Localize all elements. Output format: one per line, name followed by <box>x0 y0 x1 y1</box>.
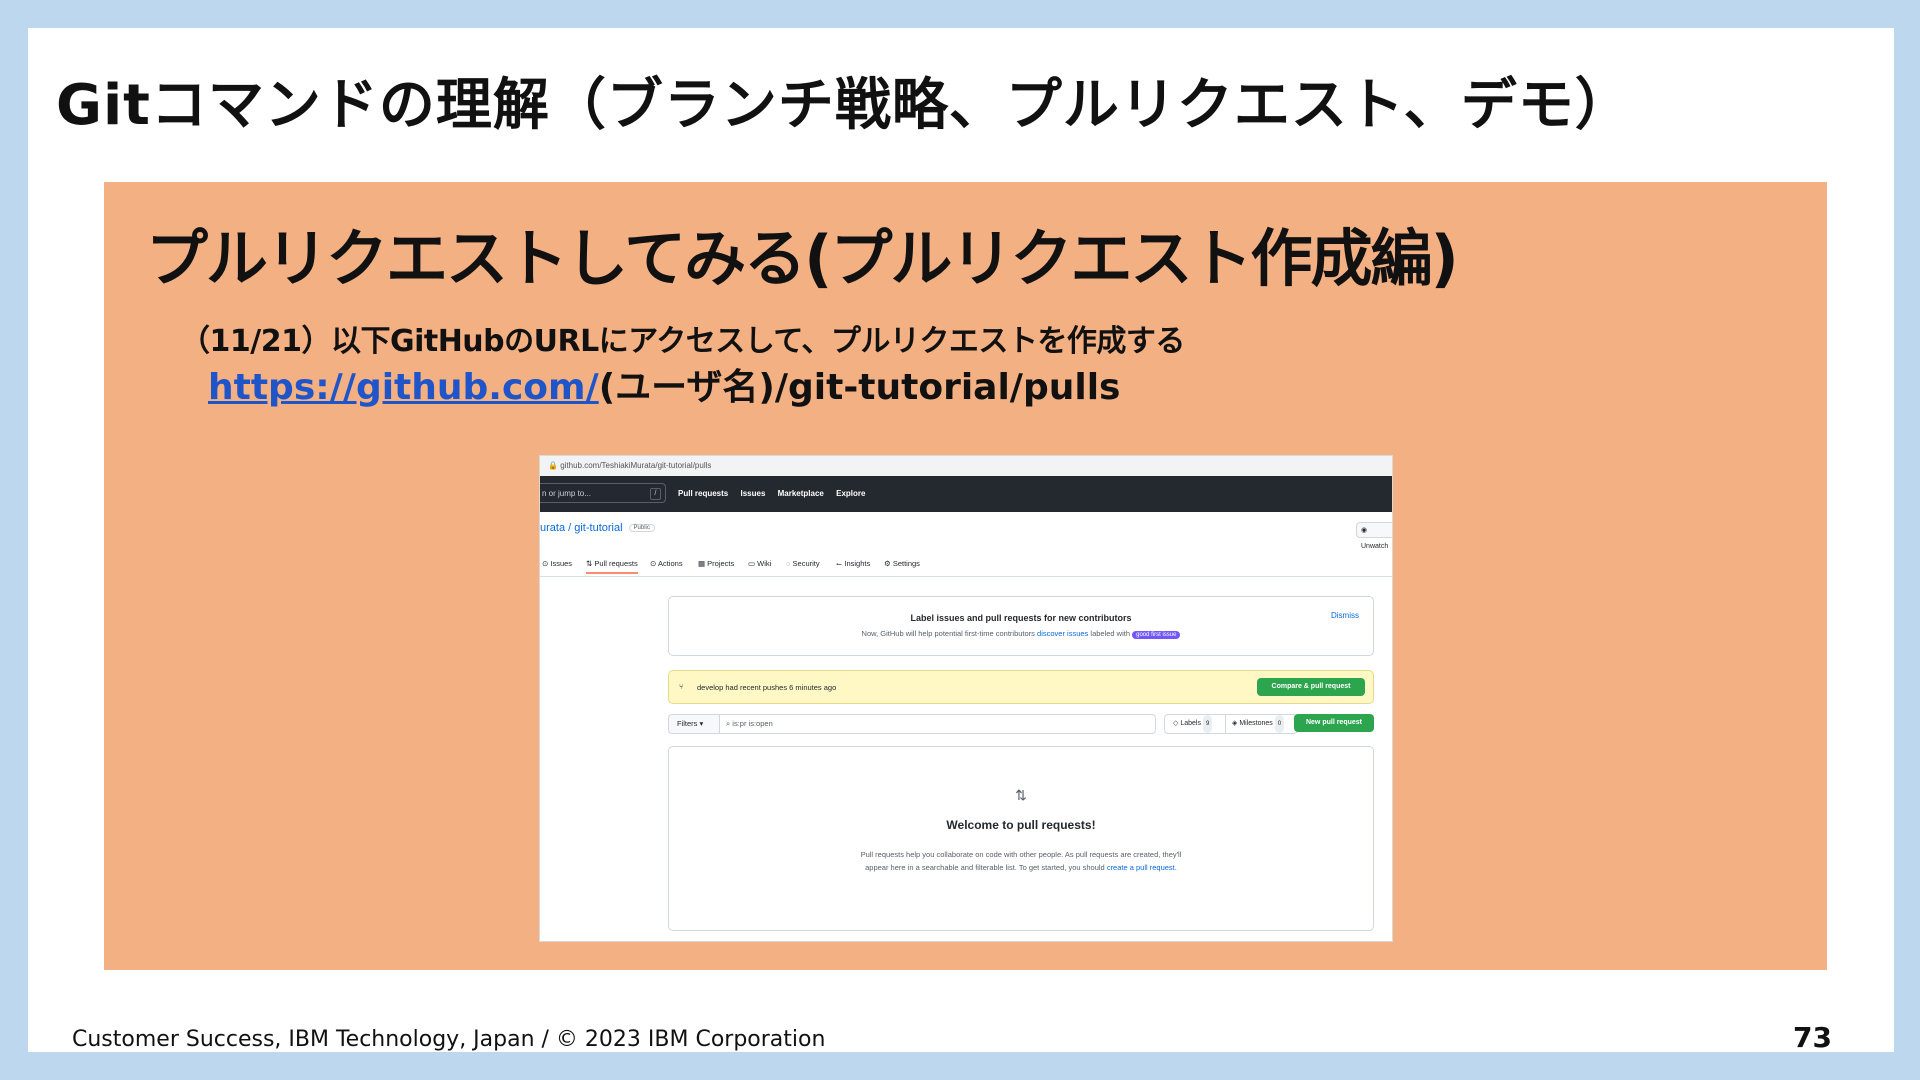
labels-label: Labels <box>1180 720 1201 727</box>
nav-marketplace[interactable]: Marketplace <box>778 489 824 498</box>
filters-label: Filters <box>677 719 698 728</box>
empty-state: ⇅ Welcome to pull requests! Pull request… <box>668 746 1374 931</box>
labels-count: 9 <box>1202 715 1213 733</box>
header-links: Pull requests Issues Marketplace Explore <box>678 476 875 512</box>
tab-settings-label: Settings <box>892 559 920 568</box>
tab-actions[interactable]: ⊙ Actions <box>650 559 683 568</box>
book-icon: ▭ <box>748 559 758 568</box>
tab-wiki[interactable]: ▭ Wiki <box>748 559 771 568</box>
recent-push-banner: ⑂ develop had recent pushes 6 minutes ag… <box>668 670 1374 704</box>
nav-explore[interactable]: Explore <box>836 489 865 498</box>
tab-projects-label: Projects <box>707 559 735 568</box>
notice-text: Now, GitHub will help potential first-ti… <box>669 629 1373 639</box>
play-icon: ⊙ <box>650 559 658 568</box>
empty-description: Pull requests help you collaborate on co… <box>669 848 1373 874</box>
milestones-count: 0 <box>1274 715 1285 733</box>
filter-query: is:pr is:open <box>732 719 773 728</box>
footer-copyright: Customer Success, IBM Technology, Japan … <box>72 1027 826 1052</box>
tab-insights-label: Insights <box>844 559 871 568</box>
page-number: 73 <box>1793 1021 1832 1054</box>
create-pull-request-link[interactable]: create a pull request <box>1107 863 1175 872</box>
dismiss-button[interactable]: Dismiss <box>1331 611 1359 620</box>
milestones-button[interactable]: ◈ Milestones 0 <box>1226 714 1298 734</box>
good-first-issue-label: good first issue <box>1132 631 1181 639</box>
tab-insights[interactable]: ⌙ Insights <box>836 559 870 568</box>
new-pull-request-button[interactable]: New pull request <box>1294 714 1374 732</box>
unwatch-button[interactable]: ◉ Unwatch <box>1356 522 1392 550</box>
panel-heading: プルリクエストしてみる(プルリクエスト作成編) <box>146 222 1459 295</box>
table-icon: ▦ <box>698 559 708 568</box>
nav-pull-requests[interactable]: Pull requests <box>678 489 728 498</box>
step-instruction: （11/21）以下GitHubのURLにアクセスして、プルリクエストを作成する <box>180 324 1185 359</box>
tab-actions-label: Actions <box>657 559 683 568</box>
repo-tabs: ⊙ Issues ⇅ Pull requests ⊙ Actions ▦ Pro… <box>540 556 1392 577</box>
nav-issues[interactable]: Issues <box>740 489 765 498</box>
url-path: (ユーザ名)/git-tutorial/pulls <box>598 367 1121 408</box>
tab-security-label: Security <box>792 559 820 568</box>
slide: Gitコマンドの理解（ブランチ戦略、プルリクエスト、デモ） プルリクエストしてみ… <box>28 28 1894 1054</box>
tab-projects[interactable]: ▦ Projects <box>698 559 734 568</box>
discover-issues-link[interactable]: discover issues <box>1037 629 1088 638</box>
unwatch-label: Unwatch <box>1361 543 1389 550</box>
gear-icon: ⚙ <box>884 559 893 568</box>
contributors-notice: Label issues and pull requests for new c… <box>668 596 1374 656</box>
filter-input[interactable]: ⌕ is:pr is:open <box>720 714 1156 734</box>
recent-push-text: develop had recent pushes 6 minutes ago <box>697 683 837 692</box>
tab-issues-label: Issues <box>550 559 573 568</box>
milestones-label: Milestones <box>1239 720 1273 727</box>
chevron-down-icon: ▾ <box>697 719 704 728</box>
url-line: https://github.com/(ユーザ名)/git-tutorial/p… <box>208 358 1120 410</box>
github-link[interactable]: https://github.com/ <box>208 367 599 408</box>
content-panel: プルリクエストしてみる(プルリクエスト作成編) （11/21）以下GitHubの… <box>104 182 1827 970</box>
repo-name[interactable]: urata / git-tutorial <box>540 522 623 534</box>
repo-heading: urata / git-tutorial Public <box>540 522 655 534</box>
empty-title: Welcome to pull requests! <box>946 818 1096 832</box>
empty-line-2: appear here in a searchable and filterab… <box>669 861 1373 874</box>
tab-security[interactable]: ◌ Security <box>786 559 820 568</box>
tab-pull-requests-label: Pull requests <box>594 559 638 568</box>
branch-icon: ⑂ <box>679 682 684 691</box>
filters-button[interactable]: Filters ▾ <box>668 714 720 734</box>
tab-pull-requests[interactable]: ⇅ Pull requests <box>586 559 638 574</box>
github-screenshot: 🔒 github.com/TeshiakiMurata/git-tutorial… <box>540 456 1392 941</box>
tab-issues[interactable]: ⊙ Issues <box>542 559 572 568</box>
tab-wiki-label: Wiki <box>757 559 772 568</box>
tab-settings[interactable]: ⚙ Settings <box>884 559 920 568</box>
pull-request-icon: ⇅ <box>1015 787 1027 803</box>
empty-line-1: Pull requests help you collaborate on co… <box>860 850 1182 859</box>
compare-pull-request-button[interactable]: Compare & pull request <box>1257 678 1365 696</box>
lock-icon: 🔒 <box>548 461 561 470</box>
empty-line-2-end: . <box>1174 863 1177 872</box>
search-placeholder: n or jump to... <box>542 489 591 498</box>
github-header: n or jump to... / Pull requests Issues Ma… <box>540 476 1392 512</box>
address-text: github.com/TeshiakiMurata/git-tutorial/p… <box>560 461 712 470</box>
visibility-badge: Public <box>628 524 655 533</box>
address-bar[interactable]: 🔒 github.com/TeshiakiMurata/git-tutorial… <box>540 456 1392 477</box>
labels-button[interactable]: ◇ Labels 9 <box>1164 714 1226 734</box>
empty-line-2-text: appear here in a searchable and filterab… <box>865 863 1107 872</box>
notice-text-end: labeled with <box>1088 629 1131 638</box>
slash-key-icon: / <box>650 488 661 500</box>
notice-text-start: Now, GitHub will help potential first-ti… <box>861 629 1038 638</box>
eye-icon: ◉ <box>1361 527 1368 534</box>
filter-bar: Filters ▾ ⌕ is:pr is:open ◇ Labels 9 ◈ Mi… <box>668 714 1374 734</box>
slide-title: Gitコマンドの理解（ブランチ戦略、プルリクエスト、デモ） <box>56 73 1632 138</box>
search-input[interactable]: n or jump to... / <box>540 483 666 503</box>
notice-title: Label issues and pull requests for new c… <box>910 613 1132 623</box>
